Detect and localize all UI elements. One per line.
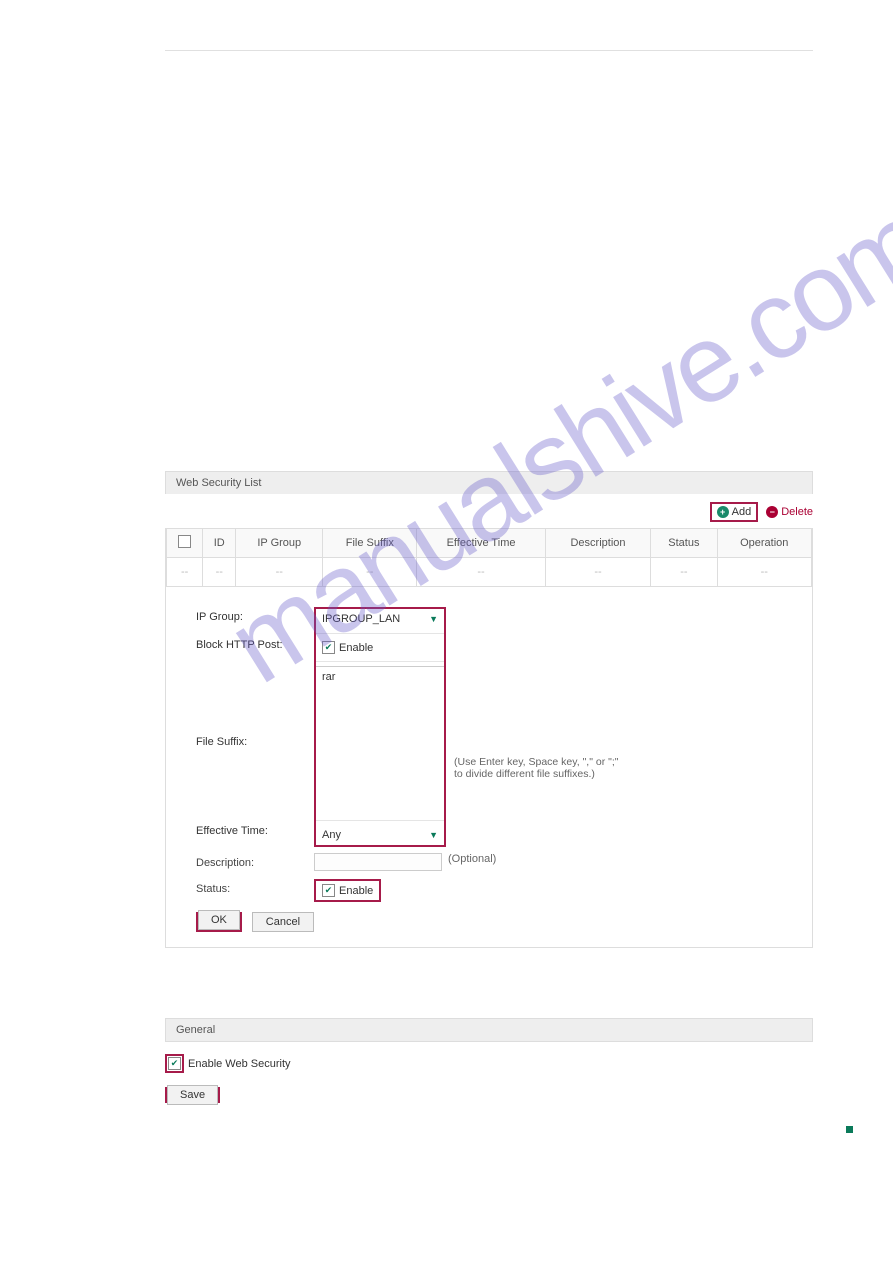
col-checkbox	[167, 529, 203, 558]
col-effectivetime: Effective Time	[417, 529, 545, 558]
description-input[interactable]	[314, 853, 442, 871]
chevron-down-icon: ▼	[429, 830, 438, 840]
add-button[interactable]: + Add	[710, 502, 759, 522]
cell-empty: --	[717, 558, 812, 587]
status-checkbox-row: ✔ Enable	[316, 881, 379, 900]
cell-empty: --	[167, 558, 203, 587]
status-enable-label: Enable	[339, 885, 373, 897]
page-marker	[846, 1126, 853, 1133]
top-divider	[165, 50, 813, 51]
block-http-label: Block HTTP Post:	[196, 635, 314, 663]
effective-time-label: Effective Time:	[196, 821, 314, 849]
status-checkbox[interactable]: ✔	[322, 884, 335, 897]
cancel-button[interactable]: Cancel	[252, 912, 314, 932]
web-security-table: ID IP Group File Suffix Effective Time D…	[166, 528, 812, 587]
status-label: Status:	[196, 879, 314, 895]
ip-group-value: IPGROUP_LAN	[322, 613, 400, 625]
save-button[interactable]: Save	[167, 1085, 218, 1105]
ip-group-label: IP Group:	[196, 607, 314, 635]
form-area: IP Group: Block HTTP Post: File Suffix: …	[166, 587, 812, 947]
cell-empty: --	[545, 558, 651, 587]
ip-group-dropdown[interactable]: IPGROUP_LAN ▼	[316, 609, 444, 629]
general-panel-body: ✔ Enable Web Security Save	[165, 1042, 813, 1113]
table-row: -- -- -- -- -- -- -- --	[167, 558, 812, 587]
delete-button-label: Delete	[781, 506, 813, 518]
web-security-panel-body: ID IP Group File Suffix Effective Time D…	[165, 528, 813, 948]
toolbar: + Add − Delete	[165, 494, 813, 528]
file-suffix-textarea[interactable]: rar	[316, 666, 444, 816]
add-button-label: Add	[732, 506, 752, 518]
ok-button[interactable]: OK	[198, 910, 240, 930]
plus-icon: +	[717, 506, 729, 518]
cell-empty: --	[417, 558, 545, 587]
description-optional: (Optional)	[448, 853, 496, 865]
cell-empty: --	[203, 558, 236, 587]
select-all-checkbox[interactable]	[178, 535, 191, 548]
effective-time-value: Any	[322, 829, 341, 841]
cell-empty: --	[651, 558, 717, 587]
effective-time-dropdown[interactable]: Any ▼	[316, 825, 444, 845]
col-id: ID	[203, 529, 236, 558]
col-filesuffix: File Suffix	[323, 529, 417, 558]
cell-empty: --	[236, 558, 323, 587]
file-suffix-hint: (Use Enter key, Space key, "," or ";" to…	[454, 756, 624, 780]
col-status: Status	[651, 529, 717, 558]
block-http-checkbox-row: ✔ Enable	[316, 638, 444, 657]
block-http-checkbox[interactable]: ✔	[322, 641, 335, 654]
web-security-panel-title: Web Security List	[165, 471, 813, 494]
col-description: Description	[545, 529, 651, 558]
col-operation: Operation	[717, 529, 812, 558]
block-http-enable-label: Enable	[339, 642, 373, 654]
delete-button[interactable]: − Delete	[766, 502, 813, 522]
minus-icon: −	[766, 506, 778, 518]
enable-web-security-checkbox[interactable]: ✔	[168, 1057, 181, 1070]
general-panel-title: General	[165, 1018, 813, 1042]
chevron-down-icon: ▼	[429, 614, 438, 624]
col-ipgroup: IP Group	[236, 529, 323, 558]
description-label: Description:	[196, 853, 314, 869]
file-suffix-label: File Suffix:	[196, 663, 314, 821]
enable-web-security-label: Enable Web Security	[188, 1058, 291, 1070]
cell-empty: --	[323, 558, 417, 587]
